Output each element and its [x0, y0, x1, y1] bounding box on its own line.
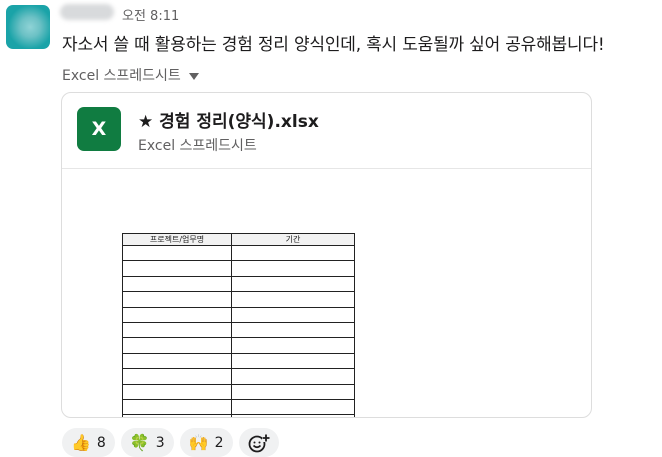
table-cell	[122, 383, 232, 400]
reaction-thumbs-up[interactable]: 👍 8	[62, 428, 115, 457]
table-row	[122, 352, 355, 370]
table-cell	[231, 337, 355, 354]
message-timestamp[interactable]: 오전 8:11	[122, 5, 179, 24]
table-cell	[231, 398, 355, 416]
reaction-count: 8	[96, 434, 106, 451]
table-row	[122, 368, 355, 385]
column-header: 프로젝트/업무명	[122, 233, 232, 246]
table-cell	[231, 321, 355, 339]
table-row	[122, 275, 355, 293]
table-cell	[122, 337, 232, 354]
reaction-four-leaf-clover[interactable]: 🍀 3	[120, 428, 174, 457]
reactions-bar: 👍 8 🍀 3 🙌 2	[62, 428, 279, 457]
table-row	[122, 321, 355, 339]
excel-icon: X	[77, 107, 121, 151]
add-emoji-icon	[248, 433, 270, 452]
four-leaf-clover-icon: 🍀	[129, 432, 150, 452]
caret-down-icon	[188, 72, 199, 80]
table-cell	[122, 306, 232, 323]
attachment-collapse-toggle[interactable]: Excel 스프레드시트	[62, 65, 199, 85]
table-cell	[122, 244, 232, 262]
table-cell	[122, 368, 232, 385]
message-text: 자소서 쓸 때 활용하는 경험 정리 양식인데, 혹시 도움될까 싶어 공유해봅…	[62, 35, 605, 55]
table-cell	[231, 352, 355, 370]
table-row	[122, 398, 355, 416]
table-cell	[231, 244, 355, 262]
table-cell	[231, 275, 355, 293]
table-cell	[122, 414, 232, 417]
table-cell	[122, 352, 232, 370]
attachment-type-label: Excel 스프레드시트	[62, 68, 181, 84]
table-cell	[231, 368, 355, 385]
table-row	[122, 291, 355, 308]
table-row	[122, 306, 355, 323]
sender-name[interactable]: 이름	[60, 4, 114, 20]
spreadsheet-table: 프로젝트/업무명 기간	[122, 233, 355, 417]
table-row	[122, 414, 355, 417]
table-cell	[122, 260, 232, 277]
table-cell	[231, 260, 355, 277]
table-row	[122, 383, 355, 400]
reaction-raised-hands[interactable]: 🙌 2	[179, 428, 233, 457]
spreadsheet-preview[interactable]: 프로젝트/업무명 기간	[122, 233, 355, 417]
file-type: Excel 스프레드시트	[138, 138, 257, 154]
thumbs-up-icon: 👍	[71, 432, 91, 452]
file-attachment-card[interactable]: X ★ 경험 정리(양식).xlsx Excel 스프레드시트 프로젝트/업무명…	[61, 92, 592, 418]
avatar[interactable]	[6, 5, 50, 49]
table-cell	[231, 291, 355, 308]
file-name[interactable]: ★ 경험 정리(양식).xlsx	[138, 107, 319, 132]
raised-hands-icon: 🙌	[188, 432, 209, 452]
reaction-count: 2	[214, 434, 224, 451]
table-cell	[231, 414, 355, 417]
reaction-count: 3	[155, 434, 165, 451]
table-row	[122, 260, 355, 277]
table-cell	[122, 398, 232, 416]
table-row	[122, 244, 355, 262]
table-cell	[122, 291, 232, 308]
table-cell	[231, 383, 355, 400]
file-card-header: X ★ 경험 정리(양식).xlsx Excel 스프레드시트	[62, 93, 591, 169]
column-header: 기간	[231, 233, 355, 246]
table-header-row: 프로젝트/업무명 기간	[122, 233, 355, 246]
add-reaction-button[interactable]	[238, 428, 279, 457]
table-cell	[231, 306, 355, 323]
table-cell	[122, 275, 232, 293]
table-cell	[122, 321, 232, 339]
table-row	[122, 337, 355, 354]
